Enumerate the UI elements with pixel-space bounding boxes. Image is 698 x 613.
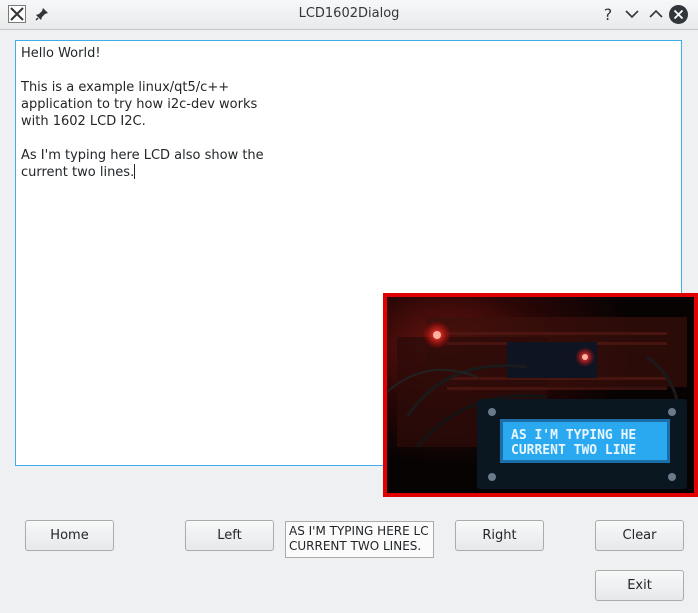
text-cursor [134, 164, 136, 179]
editor-line: ​ [21, 130, 676, 147]
title-bar[interactable]: LCD1602Dialog ? [0, 0, 698, 30]
minimize-icon[interactable] [622, 4, 642, 24]
lcd-photo-image: AS I'M TYPING HE CURRENT TWO LINE [387, 297, 694, 493]
maximize-icon[interactable] [646, 4, 666, 24]
exit-button[interactable]: Exit [595, 570, 684, 601]
lcd-preview-line-1: AS I'M TYPING HERE LC [289, 524, 429, 538]
left-button[interactable]: Left [185, 520, 274, 551]
lcd-photo-line-2: CURRENT TWO LINE [511, 443, 636, 458]
close-icon[interactable] [668, 4, 689, 25]
lcd-hardware-photo: AS I'M TYPING HE CURRENT TWO LINE [383, 293, 698, 497]
clear-button[interactable]: Clear [595, 520, 684, 551]
lcd-photo-line-1: AS I'M TYPING HE [511, 428, 636, 443]
lcd-preview-display: AS I'M TYPING HERE LC CURRENT TWO LINES. [285, 521, 434, 558]
editor-line: This is a example linux/qt5/c++ [21, 80, 230, 95]
editor-line: application to try how i2c-dev works [21, 97, 258, 112]
editor-line-text: current two lines. [21, 165, 135, 180]
home-button[interactable]: Home [25, 520, 114, 551]
editor-line: with 1602 LCD I2C. [21, 114, 146, 129]
editor-line: ​ [21, 62, 676, 79]
window-title: LCD1602Dialog [298, 6, 400, 21]
editor-line: Hello World! [21, 46, 101, 61]
right-button[interactable]: Right [455, 520, 544, 551]
help-icon[interactable]: ? [598, 4, 618, 24]
lcd-preview-line-2: CURRENT TWO LINES. [289, 539, 422, 553]
editor-line: As I'm typing here LCD also show the [21, 148, 264, 163]
editor-line: current two lines. [21, 164, 676, 181]
